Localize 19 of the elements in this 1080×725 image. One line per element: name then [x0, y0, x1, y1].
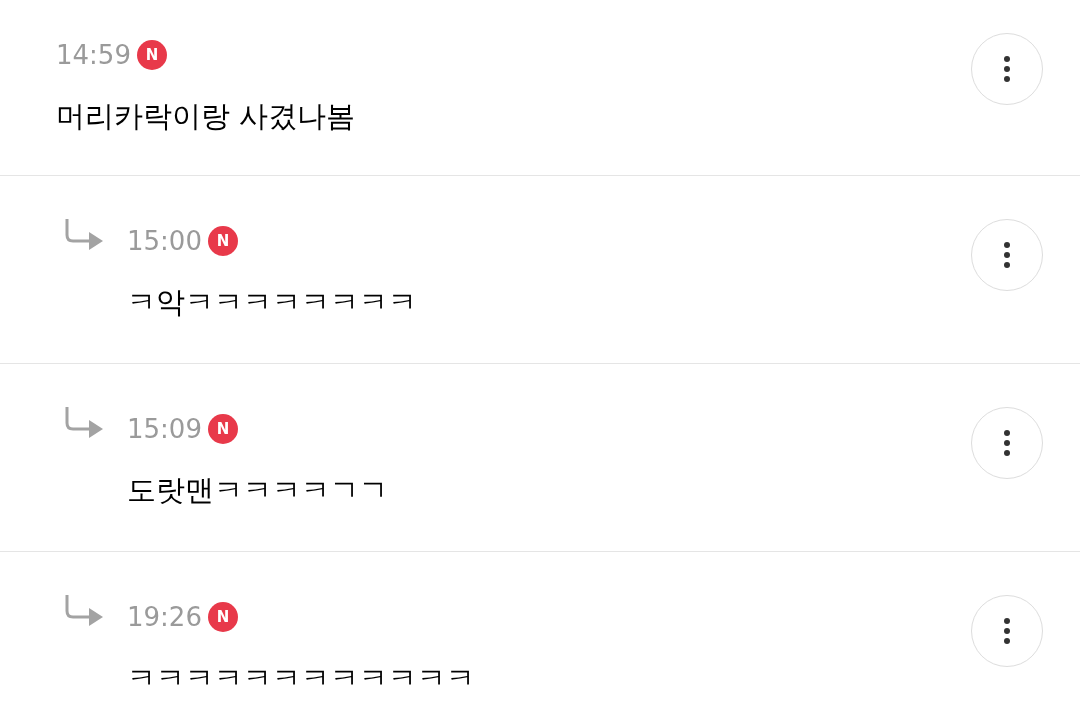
comment-time: 15:00 — [127, 224, 202, 258]
new-badge: N — [207, 602, 238, 632]
reply-arrow-icon — [65, 217, 103, 253]
new-badge: N — [136, 40, 167, 70]
comment-text: ㅋ악ㅋㅋㅋㅋㅋㅋㅋㅋ — [127, 284, 418, 321]
more-vertical-icon — [1004, 618, 1010, 644]
comment-text: 머리카락이랑 사겼나봄 — [56, 98, 357, 135]
comment-text: 도랏맨ㅋㅋㅋㅋㄱㄱ — [127, 472, 389, 509]
new-badge: N — [207, 414, 238, 444]
reply-arrow-icon — [65, 405, 103, 441]
comment-time: 14:59 — [56, 38, 131, 72]
new-badge: N — [207, 226, 238, 256]
more-vertical-icon — [1004, 56, 1010, 82]
reply-arrow-icon — [65, 593, 103, 629]
more-vertical-icon — [1004, 242, 1010, 268]
more-vertical-icon — [1004, 430, 1010, 456]
comment-time: 15:09 — [127, 412, 202, 446]
comment-time: 19:26 — [127, 600, 202, 634]
comment-text: ㅋㅋㅋㅋㅋㅋㅋㅋㅋㅋㅋㅋ — [127, 660, 476, 697]
